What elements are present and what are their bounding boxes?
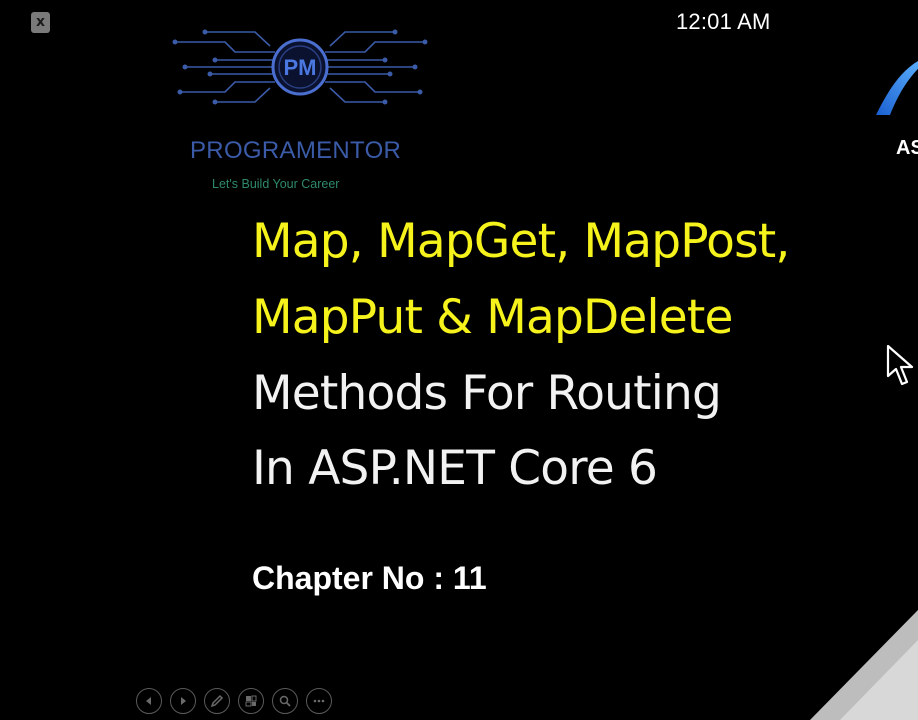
- programentor-logo-icon: PM: [172, 29, 428, 105]
- zoom-icon: [279, 695, 291, 707]
- more-icon: [313, 699, 325, 703]
- title-line-2: MapPut & MapDelete: [252, 290, 733, 345]
- title-line-4: In ASP.NET Core 6: [252, 441, 658, 496]
- brand-name: PROGRAMENTOR: [190, 137, 402, 164]
- slide-corner-decoration: [810, 610, 918, 720]
- pen-button[interactable]: [204, 688, 230, 714]
- slideshow-controls: [136, 688, 332, 716]
- chapter-label: Chapter No : 11: [252, 560, 487, 596]
- next-slide-button[interactable]: [170, 688, 196, 714]
- close-button[interactable]: x: [31, 12, 50, 33]
- title-line-3: Methods For Routing: [252, 366, 722, 421]
- next-icon: [181, 697, 186, 705]
- title-line-1: Map, MapGet, MapPost,: [252, 214, 790, 269]
- see-all-slides-button[interactable]: [238, 688, 264, 714]
- partner-text: AS: [896, 137, 918, 159]
- pen-icon: [210, 694, 224, 708]
- previous-icon: [146, 697, 151, 705]
- more-options-button[interactable]: [306, 688, 332, 714]
- logo-initials: PM: [284, 55, 317, 80]
- previous-slide-button[interactable]: [136, 688, 162, 714]
- brand-tagline: Let's Build Your Career: [212, 177, 340, 191]
- zoom-button[interactable]: [272, 688, 298, 714]
- mouse-pointer-icon: [886, 344, 914, 386]
- clock: 12:01 AM: [676, 9, 771, 34]
- slides-icon: [245, 695, 257, 707]
- aspnet-logo-icon: [876, 61, 918, 115]
